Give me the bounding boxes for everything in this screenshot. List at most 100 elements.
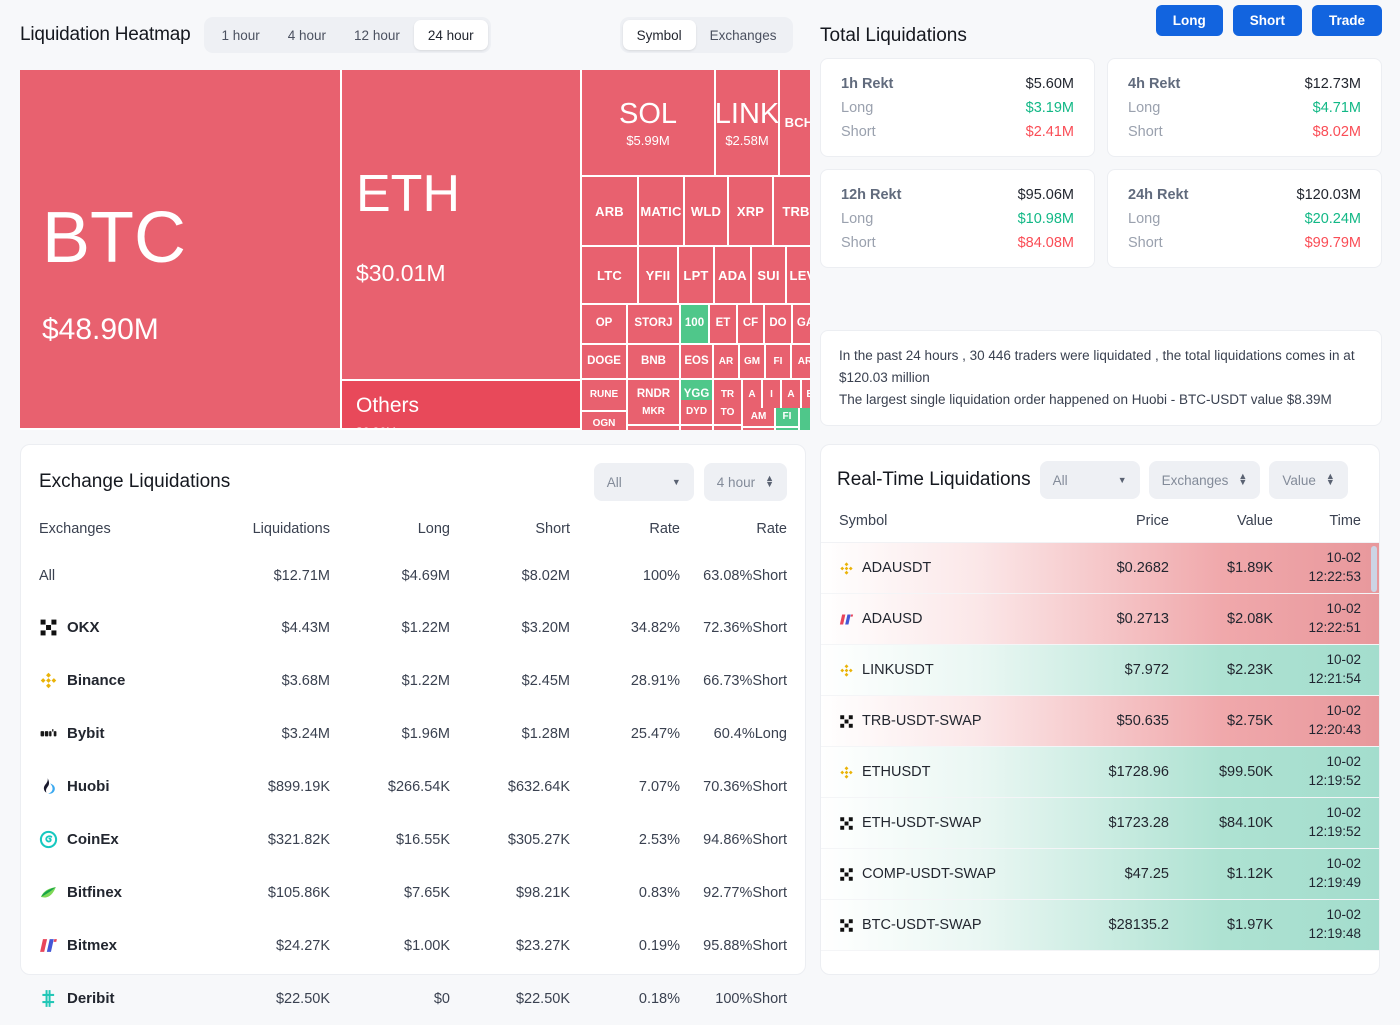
- treemap-tile[interactable]: AR: [792, 345, 810, 380]
- long-cell: $1.00K: [404, 937, 450, 954]
- treemap-tile[interactable]: FI: [766, 345, 792, 380]
- table-row[interactable]: All $12.71M $4.69M $8.02M 100% 63.08%Short: [21, 551, 805, 601]
- treemap-tile[interactable]: YFII: [639, 247, 679, 305]
- treemap-tile-label: B: [806, 390, 810, 400]
- realtime-row[interactable]: BTC-USDT-SWAP $28135.2 $1.97K 10-02 12:19:48: [821, 900, 1379, 951]
- table-row[interactable]: Bybit $3.24M $1.96M $1.28M 25.47% 60.4%Long: [21, 707, 805, 760]
- table-row[interactable]: Deribit $22.50K $0 $22.50K 0.18% 100%Short: [21, 972, 805, 1025]
- realtime-row[interactable]: ADAUSDT $0.2682 $1.89K 10-02 12:22:53: [821, 543, 1379, 594]
- exchange-filter-select[interactable]: All ▼: [593, 463, 694, 501]
- table-row[interactable]: Bitmex $24.27K $1.00K $23.27K 0.19% 95.88%Sho…: [21, 919, 805, 972]
- realtime-row[interactable]: ETH-USDT-SWAP $1723.28 $84.10K 10-02 12:19:5…: [821, 798, 1379, 849]
- treemap-tile[interactable]: BNB: [628, 345, 681, 380]
- treemap-tile[interactable]: LINK $2.58M: [716, 70, 780, 177]
- bybit-logo-icon: [39, 724, 58, 743]
- realtime-value-select[interactable]: Value ▲ ▼: [1269, 461, 1348, 499]
- rate-cell: 25.47%: [630, 725, 680, 742]
- treemap-tile[interactable]: DYD: [681, 400, 714, 426]
- trade-button[interactable]: Trade: [1311, 5, 1382, 36]
- table-row[interactable]: Binance $3.68M $1.22M $2.45M 28.91% 66.73%Sho…: [21, 654, 805, 707]
- treemap-tile-label: AR: [797, 355, 810, 367]
- liquidations-cell: $22.50K: [275, 990, 330, 1007]
- long-button[interactable]: Long: [1155, 5, 1223, 36]
- treemap-tile[interactable]: GM: [740, 345, 766, 380]
- liquidation-treemap[interactable]: BTC $48.90M ETH $30.01M Others $6.36M SOL $5.99…: [20, 70, 810, 430]
- realtime-row[interactable]: ADAUSD $0.2713 $2.08K 10-02 12:22:51: [821, 594, 1379, 645]
- treemap-tile[interactable]: [800, 408, 810, 430]
- realtime-row[interactable]: TRB-USDT-SWAP $50.635 $2.75K 10-02 12:20:43: [821, 696, 1379, 747]
- realtime-symbol-select[interactable]: All ▼: [1039, 461, 1140, 499]
- treemap-tile[interactable]: STORJ: [628, 305, 681, 345]
- realtime-row[interactable]: ETHUSDT $1728.96 $99.50K 10-02 12:19:52: [821, 747, 1379, 798]
- treemap-tile[interactable]: LTC: [582, 247, 639, 305]
- treemap-tile[interactable]: AR: [714, 345, 740, 380]
- treemap-tile[interactable]: MA: [776, 428, 800, 430]
- treemap-tile[interactable]: SOL $5.99M: [582, 70, 716, 177]
- treemap-tile[interactable]: BS: [743, 428, 776, 430]
- treemap-tile[interactable]: ET: [710, 305, 738, 345]
- treemap-tile[interactable]: BT: [714, 426, 743, 430]
- rekt-long-row: Long $20.24M: [1128, 211, 1361, 227]
- heatmap-mode-tabs: Symbol Exchanges: [619, 17, 794, 53]
- realtime-time-cell: 10-02 12:22:53: [1273, 549, 1361, 586]
- treemap-tile[interactable]: BTC $48.90M: [20, 70, 342, 430]
- treemap-tile[interactable]: OP: [582, 305, 628, 345]
- short-button[interactable]: Short: [1232, 5, 1302, 36]
- treemap-tile[interactable]: ARB: [582, 177, 639, 247]
- heatmap-timeframe-tab-1-hour[interactable]: 1 hour: [207, 20, 273, 50]
- treemap-tile[interactable]: LEV: [787, 247, 810, 305]
- rekt-short-row: Short $99.79M: [1128, 235, 1361, 251]
- treemap-tile[interactable]: TO: [714, 402, 743, 426]
- treemap-tile[interactable]: TRB: [774, 177, 810, 247]
- realtime-row[interactable]: LINKUSDT $7.972 $2.23K 10-02 12:21:54: [821, 645, 1379, 696]
- treemap-tile[interactable]: OGN: [582, 412, 628, 430]
- table-row[interactable]: Bitfinex $105.86K $7.65K $98.21K 0.83% 92.77%…: [21, 866, 805, 919]
- rekt-total-row: 12h Rekt $95.06M: [841, 187, 1074, 203]
- treemap-tile[interactable]: MATIC: [639, 177, 685, 247]
- treemap-tile[interactable]: DOGE: [582, 345, 628, 380]
- short-cell: $22.50K: [515, 990, 570, 1007]
- treemap-tile[interactable]: GA: [793, 305, 810, 345]
- table-row[interactable]: CoinEx $321.82K $16.55K $305.27K 2.53% 94.86%…: [21, 813, 805, 866]
- treemap-tile[interactable]: Others $6.36M: [342, 381, 582, 430]
- realtime-row[interactable]: COMP-USDT-SWAP $47.25 $1.12K 10-02 12:19:49: [821, 849, 1379, 900]
- treemap-tile[interactable]: CRV: [628, 426, 681, 430]
- realtime-exchanges-select[interactable]: Exchanges ▲ ▼: [1148, 461, 1261, 499]
- liquidations-cell: $3.24M: [281, 725, 330, 742]
- treemap-tile[interactable]: DO: [765, 305, 793, 345]
- treemap-tile[interactable]: MKR: [628, 400, 681, 426]
- treemap-tile[interactable]: ADA: [715, 247, 752, 305]
- column-header: Liquidations: [252, 521, 330, 537]
- exchange-timeframe-stepper[interactable]: 4 hour ▲ ▼: [703, 463, 787, 501]
- treemap-tile[interactable]: WLD: [685, 177, 729, 247]
- long-cell: $4.69M: [401, 568, 450, 584]
- treemap-tile[interactable]: AM: [743, 408, 776, 428]
- treemap-tile[interactable]: 100: [681, 305, 710, 345]
- ratio-cell: 95.88%Short: [703, 937, 787, 954]
- treemap-tile-label: STORJ: [634, 317, 673, 330]
- treemap-tile[interactable]: BCH: [780, 70, 810, 177]
- treemap-tile[interactable]: ETH $30.01M: [342, 70, 582, 381]
- treemap-tile-label: DYD: [685, 406, 708, 417]
- treemap-tile[interactable]: CF: [738, 305, 765, 345]
- treemap-tile[interactable]: XRP: [729, 177, 774, 247]
- heatmap-mode-tab-exchanges[interactable]: Exchanges: [696, 20, 791, 50]
- heatmap-timeframe-tab-24-hour[interactable]: 24 hour: [413, 20, 488, 50]
- rekt-short-row: Short $2.41M: [841, 124, 1074, 140]
- treemap-tile[interactable]: PEP: [681, 426, 714, 430]
- table-row[interactable]: Huobi $899.19K $266.54K $632.64K 7.07% 70.36%…: [21, 760, 805, 813]
- treemap-tile[interactable]: SUI: [752, 247, 787, 305]
- treemap-tile[interactable]: FI: [776, 408, 800, 428]
- heatmap-timeframe-tab-4-hour[interactable]: 4 hour: [274, 20, 340, 50]
- realtime-scrollbar-thumb[interactable]: [1371, 546, 1377, 592]
- heatmap-mode-tab-symbol[interactable]: Symbol: [622, 20, 696, 50]
- treemap-tile[interactable]: LPT: [679, 247, 715, 305]
- table-row[interactable]: OKX $4.43M $1.22M $3.20M 34.82% 72.36%Short: [21, 601, 805, 654]
- exchange-name: All: [39, 568, 180, 584]
- exchange-cell: Deribit: [21, 972, 180, 1025]
- treemap-tile[interactable]: EOS: [681, 345, 714, 380]
- treemap-tile[interactable]: RUNE: [582, 380, 628, 412]
- rekt-short-value: $84.08M: [1017, 235, 1074, 251]
- huobi-logo-icon: [39, 777, 58, 796]
- heatmap-timeframe-tab-12-hour[interactable]: 12 hour: [340, 20, 414, 50]
